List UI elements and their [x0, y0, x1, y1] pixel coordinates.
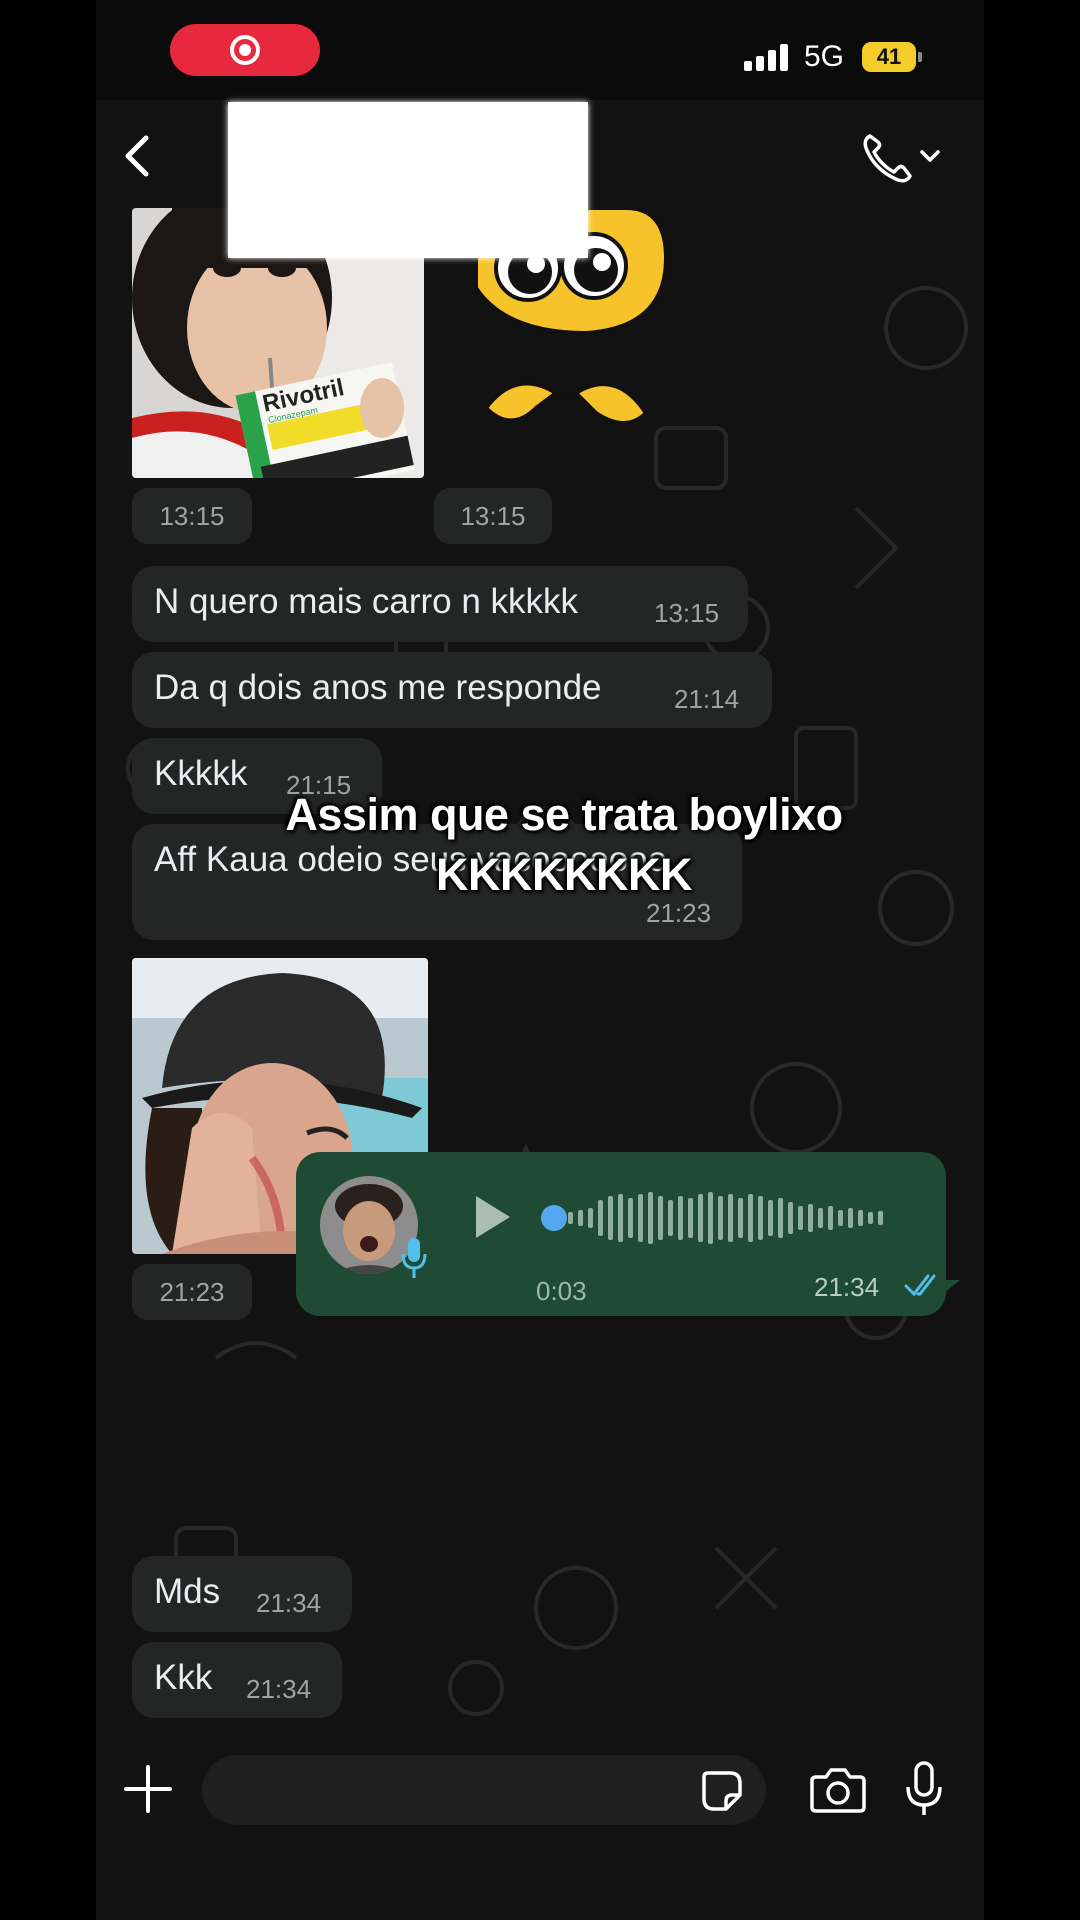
image-timestamp-2: 21:23 [132, 1264, 252, 1320]
message-bubble[interactable]: Kkk 21:34 [132, 1642, 342, 1718]
message-time: 13:15 [654, 598, 720, 628]
message-time: 21:14 [674, 684, 740, 714]
microphone-icon[interactable] [904, 1761, 944, 1817]
voice-duration: 0:03 [536, 1276, 587, 1306]
chat-area[interactable]: Rivotril Clonazepam 13:15 13:15 N quero … [96, 208, 984, 1735]
message-text: Kkk [154, 1658, 213, 1697]
battery-icon: 41 [862, 42, 916, 72]
camera-icon[interactable] [810, 1767, 866, 1813]
video-caption-overlay: Assim que se trata boylixo KKKKKKKK [285, 789, 843, 900]
message-time: 21:34 [246, 1674, 312, 1704]
phone-screen: 5G 41 Rivotril Clonazepam 13:15 13:15 N … [96, 0, 984, 1920]
message-input[interactable] [202, 1755, 766, 1825]
message-bubble[interactable]: Mds 21:34 [132, 1556, 352, 1632]
call-button[interactable] [858, 126, 948, 186]
contact-name-redacted[interactable] [228, 102, 588, 258]
battery-tip [918, 52, 922, 62]
phone-icon [863, 134, 912, 183]
back-icon[interactable] [110, 126, 170, 186]
image-timestamp-1: 13:15 [132, 488, 252, 544]
message-bubble[interactable]: N quero mais carro n kkkkk 13:15 [132, 566, 748, 642]
message-text: Mds [154, 1572, 221, 1611]
read-ticks-icon [904, 1274, 936, 1297]
sticker-icon[interactable] [700, 1769, 744, 1813]
voice-waveform[interactable] [540, 1190, 900, 1246]
message-text: Kkkkk [154, 754, 248, 793]
voice-message[interactable]: 0:03 21:34 [296, 1152, 946, 1316]
chevron-down-icon [920, 150, 940, 162]
voice-time: 21:34 [814, 1272, 880, 1302]
message-text: N quero mais carro n kkkkk [154, 582, 579, 621]
composer-bar [96, 1735, 984, 1920]
status-bar: 5G 41 [96, 0, 984, 100]
signal-icon [744, 44, 788, 71]
sticker-timestamp: 13:15 [434, 488, 552, 544]
play-icon[interactable] [470, 1192, 514, 1242]
network-type: 5G [804, 40, 845, 73]
record-icon [230, 35, 260, 65]
message-time: 21:34 [256, 1588, 322, 1618]
screen-record-indicator[interactable] [170, 24, 320, 76]
microphone-badge-icon [401, 1238, 427, 1278]
plus-icon[interactable] [122, 1763, 174, 1815]
message-text: Da q dois anos me responde [154, 668, 602, 707]
message-bubble[interactable]: Da q dois anos me responde 21:14 [132, 652, 772, 728]
